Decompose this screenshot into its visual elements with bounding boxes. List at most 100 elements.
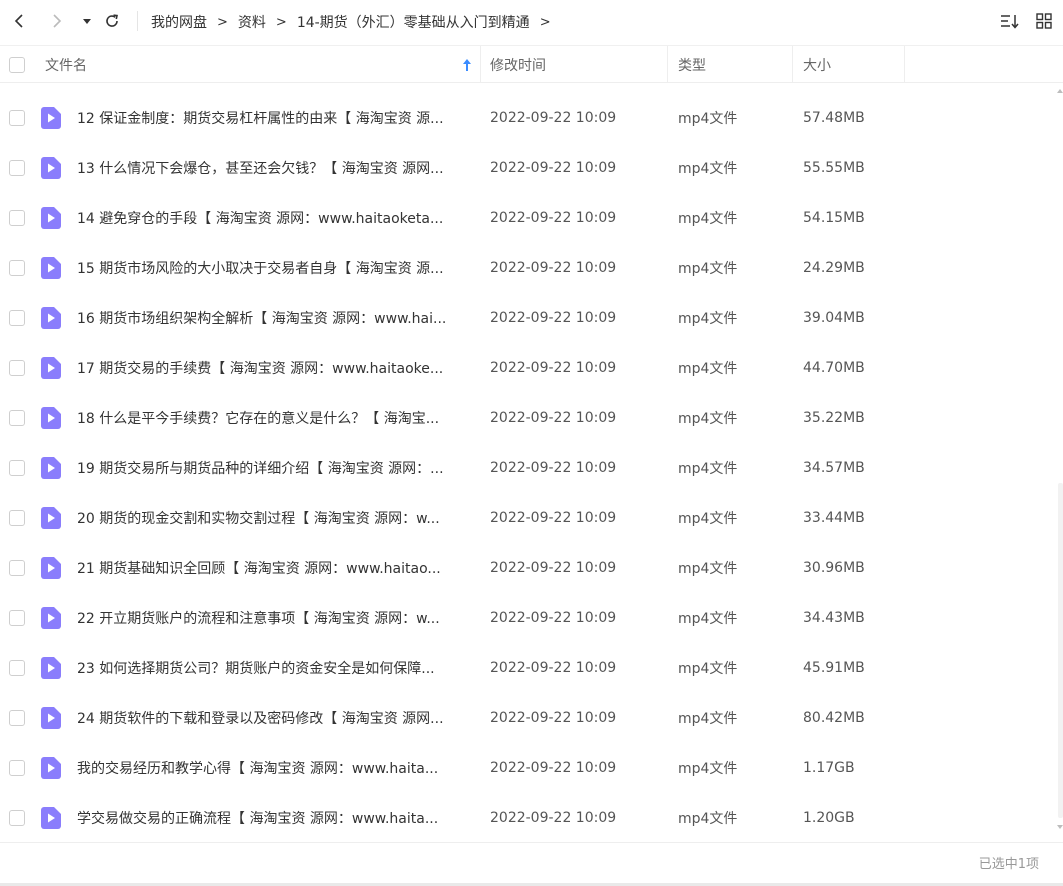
file-row[interactable]: 19 期货交易所与期货品种的详细介绍【 海淘宝资 源网：... 2022-09-… [0,443,1058,493]
chevron-right-icon [53,14,62,28]
file-name[interactable]: 20 期货的现金交割和实物交割过程【 海淘宝资 源网：w... [77,493,472,543]
file-row[interactable]: 14 避免穿仓的手段【 海淘宝资 源网：www.haitaoketa... 20… [0,193,1058,243]
video-file-icon [41,707,61,729]
row-checkbox[interactable] [9,310,25,326]
file-row[interactable]: 21 期货基础知识全回顾【 海淘宝资 源网：www.haitao... 2022… [0,543,1058,593]
select-all-checkbox[interactable] [9,46,25,83]
breadcrumb-separator: > [217,14,228,30]
status-bar: 已选中1项 [0,842,1063,882]
row-checkbox[interactable] [9,660,25,676]
file-size: 1.20GB [803,810,855,826]
grid-view-button[interactable] [1033,10,1055,32]
file-name[interactable]: 19 期货交易所与期货品种的详细介绍【 海淘宝资 源网：... [77,443,472,493]
file-row[interactable]: 20 期货的现金交割和实物交割过程【 海淘宝资 源网：w... 2022-09-… [0,493,1058,543]
file-type: mp4文件 [678,361,738,377]
file-row[interactable]: 15 期货市场风险的大小取决于交易者自身【 海淘宝资 源... 2022-09-… [0,243,1058,293]
breadcrumb-separator: > [275,14,287,30]
column-type[interactable]: 类型 [678,46,706,83]
file-row[interactable]: 我的交易经历和教学心得【 海淘宝资 源网：www.haita... 2022-0… [0,743,1058,793]
row-checkbox[interactable] [9,810,25,826]
breadcrumb-separator[interactable]: > [540,15,551,30]
video-file-icon [41,507,61,529]
scroll-up-icon[interactable] [1057,88,1063,94]
breadcrumb-item-current[interactable]: 14-期货（外汇）零基础从入门到精通 [297,12,530,32]
file-name[interactable]: 15 期货市场风险的大小取决于交易者自身【 海淘宝资 源... [77,243,472,293]
video-file-icon [41,657,61,679]
file-modified: 2022-09-22 10:09 [490,360,617,376]
file-name[interactable]: 21 期货基础知识全回顾【 海淘宝资 源网：www.haitao... [77,543,472,593]
file-size: 35.22MB [803,410,865,426]
refresh-icon [106,14,118,27]
file-name[interactable]: 24 期货软件的下载和登录以及密码修改【 海淘宝资 源网... [77,693,472,743]
file-name[interactable]: 12 保证金制度：期货交易杠杆属性的由来【 海淘宝资 源... [77,93,472,143]
scroll-down-icon[interactable] [1057,824,1063,830]
file-name[interactable]: 我的交易经历和教学心得【 海淘宝资 源网：www.haita... [77,743,472,793]
column-modified[interactable]: 修改时间 [490,46,546,83]
file-size: 55.55MB [803,160,865,176]
nav-divider [137,11,138,31]
file-name-text: 13 什么情况下会爆仓，甚至还会欠钱？【 海淘宝资 源网... [77,161,444,177]
checkbox-box[interactable] [9,56,25,73]
file-modified: 2022-09-22 10:09 [490,110,617,126]
file-name[interactable]: 23 如何选择期货公司？期货账户的资金安全是如何保障... [77,643,472,693]
video-file-icon [41,107,61,129]
file-row[interactable]: 17 期货交易的手续费【 海淘宝资 源网：www.haitaoke... 202… [0,343,1058,393]
row-checkbox[interactable] [9,260,25,276]
file-type: mp4文件 [678,311,738,327]
column-size[interactable]: 大小 [803,46,831,83]
file-row[interactable]: 18 什么是平今手续费？它存在的意义是什么？【 海淘宝... 2022-09-2… [0,393,1058,443]
file-row[interactable]: 学交易做交易的正确流程【 海淘宝资 源网：www.haita... 2022-0… [0,793,1058,843]
file-modified: 2022-09-22 10:09 [490,810,617,826]
file-row[interactable]: 12 保证金制度：期货交易杠杆属性的由来【 海淘宝资 源... 2022-09-… [0,93,1058,143]
file-name[interactable]: 17 期货交易的手续费【 海淘宝资 源网：www.haitaoke... [77,343,472,393]
sort-button[interactable] [999,10,1021,32]
history-dropdown-button[interactable] [75,9,99,33]
file-name-text: 16 期货市场组织架构全解析【 海淘宝资 源网：www.hai... [77,311,447,327]
forward-button[interactable] [45,9,69,33]
file-row[interactable]: 16 期货市场组织架构全解析【 海淘宝资 源网：www.hai... 2022-… [0,293,1058,343]
file-name-text: 学交易做交易的正确流程【 海淘宝资 源网：www.haita... [77,811,439,827]
file-size: 24.29MB [803,260,865,276]
file-type: mp4文件 [678,411,738,427]
breadcrumb-item-root[interactable]: 我的网盘 [151,12,207,32]
row-checkbox[interactable] [9,610,25,626]
video-file-icon [41,157,61,179]
video-file-icon [41,307,61,329]
back-button[interactable] [7,9,31,33]
column-name[interactable]: 文件名 [45,46,480,83]
file-name[interactable]: 22 开立期货账户的流程和注意事项【 海淘宝资 源网：w... [77,593,472,643]
file-name-text: 24 期货软件的下载和登录以及密码修改【 海淘宝资 源网... [77,711,444,727]
column-divider [480,46,481,83]
row-checkbox[interactable] [9,160,25,176]
row-checkbox[interactable] [9,210,25,226]
file-row[interactable]: 23 如何选择期货公司？期货账户的资金安全是如何保障... 2022-09-22… [0,643,1058,693]
breadcrumb-item-folder[interactable]: 资料 [238,12,266,32]
file-row[interactable]: 22 开立期货账户的流程和注意事项【 海淘宝资 源网：w... 2022-09-… [0,593,1058,643]
row-checkbox[interactable] [9,460,25,476]
row-checkbox[interactable] [9,760,25,776]
file-modified: 2022-09-22 10:09 [490,410,617,426]
file-name[interactable]: 14 避免穿仓的手段【 海淘宝资 源网：www.haitaoketa... [77,193,472,243]
file-size: 39.04MB [803,310,865,326]
file-name[interactable]: 16 期货市场组织架构全解析【 海淘宝资 源网：www.hai... [77,293,472,343]
file-row[interactable]: 24 期货软件的下载和登录以及密码修改【 海淘宝资 源网... 2022-09-… [0,693,1058,743]
file-name[interactable]: 13 什么情况下会爆仓，甚至还会欠钱？【 海淘宝资 源网... [77,143,472,193]
video-file-icon [41,407,61,429]
column-modified-label: 修改时间 [490,57,546,74]
file-type: mp4文件 [678,211,738,227]
file-name[interactable]: 18 什么是平今手续费？它存在的意义是什么？【 海淘宝... [77,393,472,443]
row-checkbox[interactable] [9,510,25,526]
file-manager-window: 我的网盘 > 资料 > 14-期货（外汇）零基础从入门到精通 > 文件名 修改时… [0,0,1063,886]
scrollbar-thumb[interactable] [1058,483,1063,818]
file-type: mp4文件 [678,511,738,527]
refresh-button[interactable] [100,9,124,33]
row-checkbox[interactable] [9,410,25,426]
row-checkbox[interactable] [9,710,25,726]
row-checkbox[interactable] [9,360,25,376]
row-checkbox[interactable] [9,110,25,126]
file-row[interactable]: 13 什么情况下会爆仓，甚至还会欠钱？【 海淘宝资 源网... 2022-09-… [0,143,1058,193]
row-checkbox[interactable] [9,560,25,576]
file-name[interactable]: 学交易做交易的正确流程【 海淘宝资 源网：www.haita... [77,793,472,843]
chevron-left-icon [14,14,23,28]
file-name-text: 15 期货市场风险的大小取决于交易者自身【 海淘宝资 源... [77,261,444,277]
